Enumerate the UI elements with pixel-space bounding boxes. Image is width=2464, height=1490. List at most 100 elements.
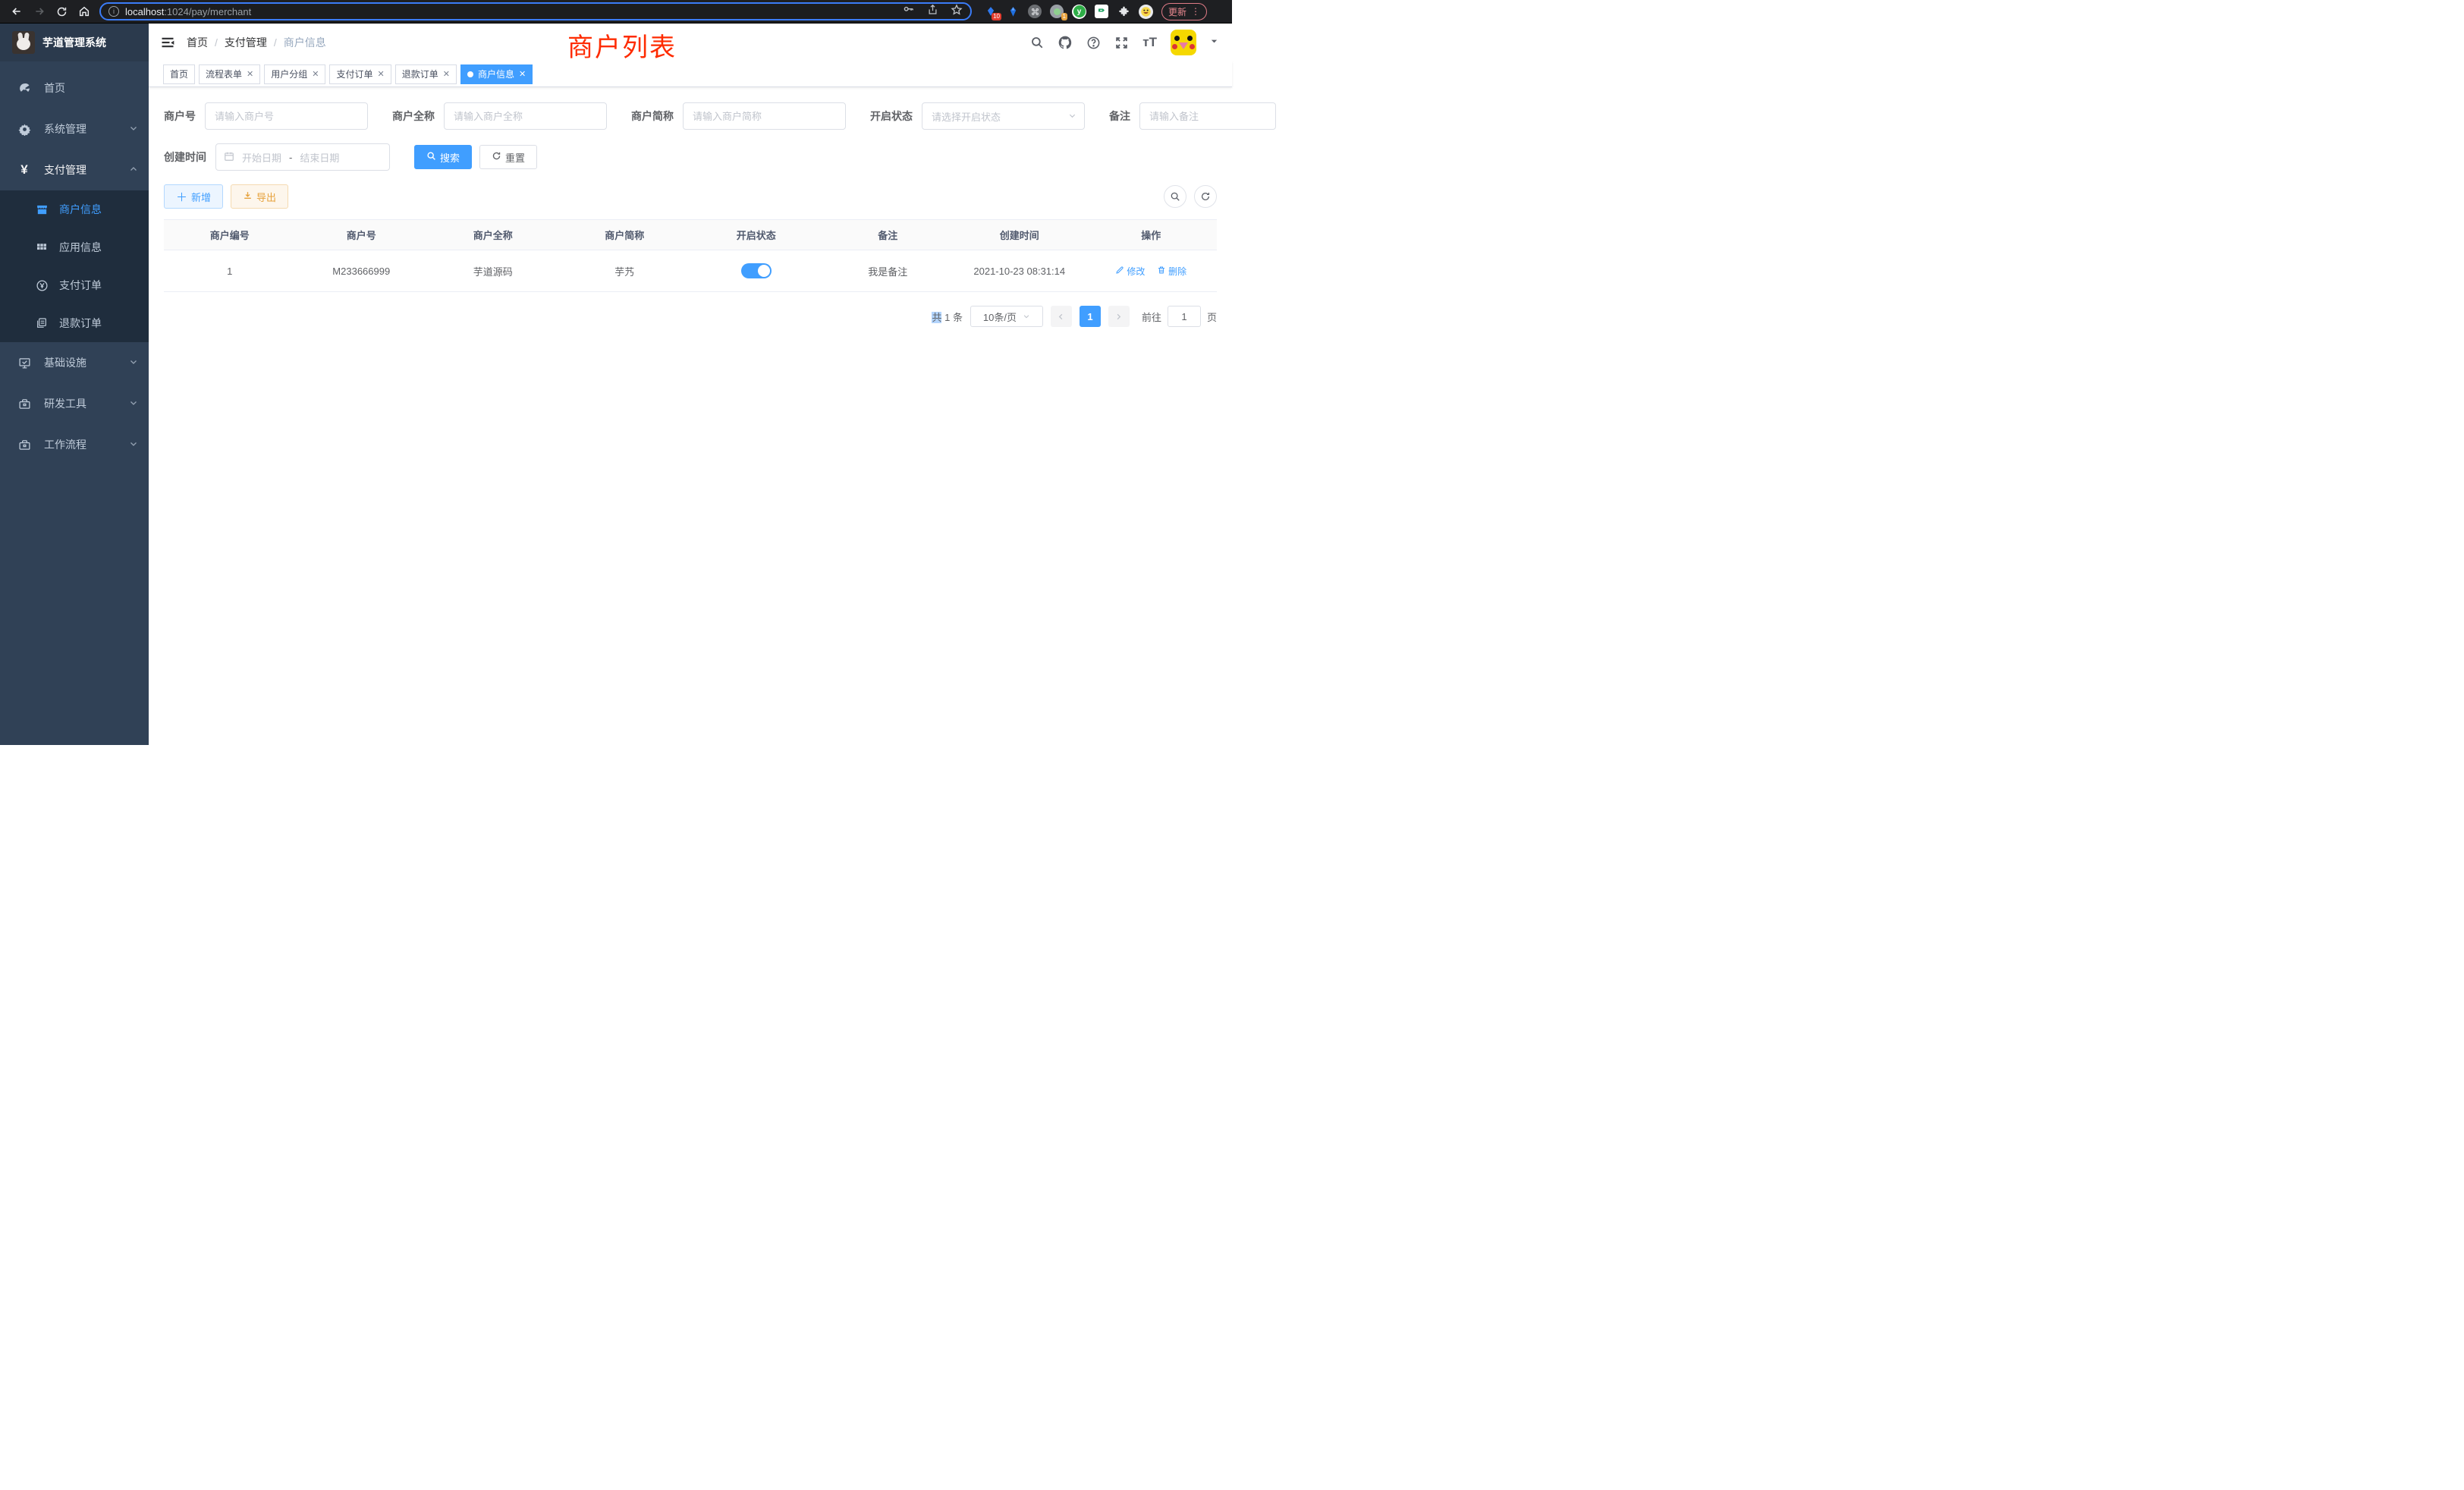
extension-tag-icon[interactable] (1095, 5, 1108, 18)
status-select[interactable]: 请选择开启状态 (922, 102, 1085, 130)
tag-process-form[interactable]: 流程表单✕ (199, 64, 260, 84)
merchant-no-input[interactable] (205, 102, 368, 130)
cell-merchant-no: M233666999 (296, 250, 428, 292)
short-name-input[interactable] (683, 102, 846, 130)
sidebar-item-label: 首页 (44, 80, 65, 96)
app-logo[interactable]: 芋道管理系统 (0, 24, 149, 61)
export-button[interactable]: 导出 (231, 184, 288, 209)
close-icon[interactable]: ✕ (247, 69, 253, 79)
browser-forward-icon[interactable] (33, 5, 46, 17)
share-icon[interactable] (927, 4, 938, 20)
help-icon[interactable] (1086, 36, 1101, 50)
sidebar-item-pay-order[interactable]: 支付订单 (0, 266, 149, 304)
goto-page-input[interactable] (1168, 306, 1201, 327)
trash-icon (1157, 266, 1166, 277)
browser-home-icon[interactable] (78, 5, 90, 17)
reset-button[interactable]: 重置 (479, 145, 537, 169)
breadcrumb-pay[interactable]: 支付管理 (225, 35, 267, 50)
tag-refund-order[interactable]: 退款订单✕ (395, 64, 457, 84)
bookmark-star-icon[interactable] (951, 4, 963, 20)
tag-user-group[interactable]: 用户分组✕ (264, 64, 325, 84)
refresh-table-button[interactable] (1194, 185, 1217, 208)
tag-pay-order[interactable]: 支付订单✕ (329, 64, 391, 84)
password-key-icon[interactable] (902, 3, 915, 20)
column-header: 创建时间 (954, 220, 1086, 250)
delete-button[interactable]: 删除 (1157, 265, 1186, 278)
sidebar-item-app-info[interactable]: 应用信息 (0, 228, 149, 266)
sidebar-item-merchant-info[interactable]: 商户信息 (0, 190, 149, 228)
toggle-search-button[interactable] (1164, 185, 1186, 208)
active-dot (467, 71, 473, 77)
column-header: 操作 (1086, 220, 1218, 250)
cell-create-time: 2021-10-23 08:31:14 (954, 250, 1086, 292)
kebab-menu-icon[interactable]: ⋮ (1191, 6, 1200, 17)
prev-page-button[interactable] (1051, 306, 1072, 327)
logo-image (12, 31, 35, 54)
extension-gem-icon[interactable] (1006, 5, 1020, 18)
chevron-down-icon (1023, 311, 1030, 322)
status-toggle[interactable] (741, 263, 772, 278)
github-icon[interactable] (1058, 35, 1073, 50)
extension-kite-icon[interactable]: 10 (984, 5, 998, 18)
page-size-select[interactable]: 10条/页 (970, 306, 1043, 327)
remark-input[interactable] (1139, 102, 1276, 130)
sidebar-item-dev-tools[interactable]: 研发工具 (0, 383, 149, 424)
profile-emoji-icon[interactable] (1139, 5, 1153, 19)
extension-avatar-icon[interactable]: 1 (1050, 5, 1064, 18)
browser-toolbar: i localhost:1024/pay/merchant 10 1 y 更新⋮ (0, 0, 1232, 24)
user-avatar[interactable] (1171, 30, 1196, 55)
sidebar-item-home[interactable]: 首页 (0, 68, 149, 108)
sidebar-item-label: 研发工具 (44, 396, 86, 411)
next-page-button[interactable] (1108, 306, 1130, 327)
font-size-icon[interactable]: ᴛT (1142, 35, 1157, 50)
tag-home[interactable]: 首页 (163, 64, 195, 84)
gear-icon (15, 123, 33, 136)
chevron-down-icon (1068, 111, 1076, 122)
add-button[interactable]: ＋ 新增 (164, 184, 223, 209)
start-date-placeholder: 开始日期 (242, 150, 281, 165)
tag-merchant-info[interactable]: 商户信息✕ (460, 64, 533, 84)
breadcrumb: 首页 / 支付管理 / 商户信息 (187, 35, 326, 50)
full-name-input[interactable] (444, 102, 607, 130)
briefcase-icon (15, 439, 33, 451)
close-icon[interactable]: ✕ (312, 69, 319, 79)
browser-update-button[interactable]: 更新⋮ (1161, 3, 1207, 20)
main-content: 商户号 商户全称 商户简称 开启状态 请选择开启状态 备注 创建时间 (149, 87, 1232, 721)
close-icon[interactable]: ✕ (443, 69, 450, 79)
chevron-down-icon (129, 123, 138, 135)
column-header: 备注 (822, 220, 954, 250)
close-icon[interactable]: ✕ (378, 69, 385, 79)
sidebar-item-label: 基础设施 (44, 355, 86, 370)
browser-reload-icon[interactable] (56, 6, 68, 17)
browser-back-icon[interactable] (11, 5, 23, 17)
extension-y-icon[interactable]: y (1072, 5, 1086, 19)
sidebar-item-workflow[interactable]: 工作流程 (0, 424, 149, 465)
sidebar-collapse-icon[interactable] (149, 35, 187, 50)
goto-label: 前往 (1142, 310, 1161, 324)
sidebar-item-system[interactable]: 系统管理 (0, 108, 149, 149)
extensions-puzzle-icon[interactable] (1117, 5, 1130, 18)
extension-command-icon[interactable] (1028, 5, 1042, 18)
column-header: 商户全称 (427, 220, 559, 250)
sidebar-item-pay[interactable]: ¥ 支付管理 (0, 149, 149, 190)
sidebar-item-label: 系统管理 (44, 121, 86, 137)
table-toolbar: ＋ 新增 导出 (164, 184, 1217, 209)
create-time-range-picker[interactable]: 开始日期 - 结束日期 (215, 143, 390, 171)
annotation-title: 商户列表 (567, 27, 677, 64)
site-info-icon[interactable]: i (108, 6, 119, 17)
sidebar-item-label: 商户信息 (59, 202, 102, 217)
sidebar-item-infra[interactable]: 基础设施 (0, 342, 149, 383)
sidebar-item-refund-order[interactable]: 退款订单 (0, 304, 149, 342)
edit-button[interactable]: 修改 (1115, 265, 1145, 278)
fullscreen-icon[interactable] (1114, 36, 1129, 50)
breadcrumb-home[interactable]: 首页 (187, 35, 208, 50)
chevron-down-icon (129, 357, 138, 369)
url-text: localhost:1024/pay/merchant (125, 6, 251, 17)
breadcrumb-current: 商户信息 (284, 35, 326, 50)
page-number-1[interactable]: 1 (1080, 306, 1101, 327)
search-button[interactable]: 搜索 (414, 145, 472, 169)
close-icon[interactable]: ✕ (519, 69, 526, 79)
address-bar[interactable]: i localhost:1024/pay/merchant (99, 2, 972, 20)
avatar-caret-icon[interactable] (1210, 36, 1218, 49)
header-search-icon[interactable] (1030, 36, 1044, 49)
